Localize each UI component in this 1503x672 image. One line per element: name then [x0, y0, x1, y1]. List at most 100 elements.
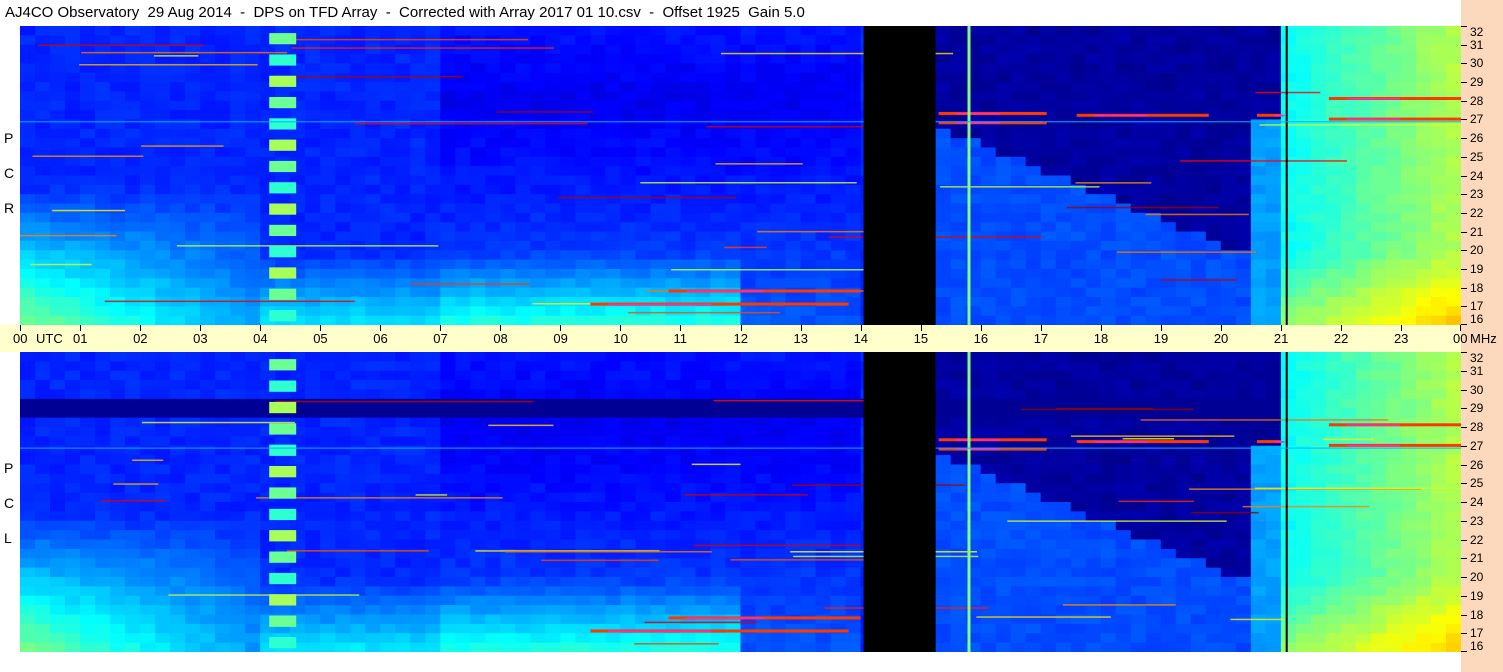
spectrogram-cell: [545, 147, 561, 158]
spectrogram-cell: [1235, 100, 1252, 111]
spectrogram-cell: [620, 361, 637, 372]
spectrogram-cell: [170, 370, 186, 381]
spectrogram-cell: [575, 147, 591, 158]
spectrogram-cell: [1430, 63, 1447, 74]
spectrogram-cell: [815, 473, 832, 484]
spectrogram-cell: [695, 483, 712, 494]
spectrogram-cell: [335, 268, 351, 279]
spectrogram-cell: [485, 296, 501, 307]
spectrogram-cell: [1160, 82, 1177, 92]
spectrogram-cell: [1040, 91, 1057, 102]
spectrogram-cell: [1115, 231, 1132, 242]
spectrogram-cell: [710, 138, 727, 149]
spectrogram-cell: [155, 259, 171, 270]
spectrogram-cell: [665, 278, 682, 289]
spectrogram-cell: [335, 417, 351, 428]
spectrogram-cell: [470, 110, 486, 121]
spectrogram-cell: [395, 539, 411, 550]
spectrogram-cell: [1130, 26, 1147, 36]
spectrogram-cell: [1085, 54, 1102, 64]
spectrogram-cell: [560, 240, 576, 251]
interference-streak: [354, 122, 588, 125]
spectrogram-cell: [1130, 44, 1147, 55]
spectrogram-cell: [500, 54, 516, 64]
spectrogram-cell: [620, 44, 637, 55]
spectrogram-cell: [1340, 166, 1357, 177]
spectrogram-cell: [335, 315, 351, 325]
spectrogram-cell: [1145, 315, 1162, 325]
spectrogram-cell: [560, 530, 576, 541]
spectrogram-cell: [65, 72, 81, 83]
spectrogram-cell: [95, 427, 111, 437]
spectrogram-cell: [950, 175, 967, 186]
spectrogram-cell: [845, 464, 862, 475]
spectrogram-cell: [335, 175, 351, 186]
spectrogram-cell: [1400, 222, 1417, 233]
spectrogram-cell: [605, 100, 622, 111]
spectrogram-cell: [560, 44, 576, 55]
spectrogram-cell: [845, 567, 862, 578]
spectrogram-cell: [1340, 184, 1357, 195]
spectrogram-cell: [170, 408, 186, 419]
spectrogram-cell: [575, 352, 591, 362]
spectrogram-cell: [245, 398, 261, 409]
spectrogram-cell: [650, 231, 667, 242]
spectrogram-cell: [230, 623, 246, 634]
spectrogram-cell: [335, 539, 351, 550]
spectrogram-cell: [410, 138, 426, 149]
spectrogram-cell: [95, 184, 111, 195]
spectrogram-cell: [80, 427, 96, 437]
spectrogram-cell: [950, 306, 967, 317]
spectrogram-cell: [680, 26, 697, 36]
spectrogram-cell: [830, 455, 847, 466]
spectrogram-cell: [455, 595, 471, 606]
spectrogram-cell: [845, 156, 862, 167]
spectrogram-cell: [1325, 278, 1342, 289]
spectrogram-cell: [110, 408, 126, 419]
spectrogram-cell: [170, 35, 186, 46]
spectrogram-cell: [20, 530, 36, 541]
spectrogram-cell: [380, 417, 396, 428]
spectrogram-cell: [1175, 100, 1192, 111]
spectrogram-cell: [350, 156, 366, 167]
spectrogram-cell: [695, 464, 712, 475]
spectrogram-cell: [50, 408, 66, 419]
spectrogram-cell: [350, 128, 366, 139]
spectrogram-cell: [425, 436, 441, 447]
spectrogram-cell: [290, 128, 306, 139]
spectrogram-cell: [590, 567, 607, 578]
spectrogram-cell: [620, 352, 637, 362]
spectrogram-cell: [410, 511, 426, 522]
spectrogram-cell: [1160, 259, 1177, 270]
spectrogram-cell: [95, 586, 111, 597]
spectrogram-cell: [395, 361, 411, 372]
spectrogram-cell: [455, 473, 471, 484]
spectrogram-cell: [1130, 138, 1147, 149]
spectrogram-cell: [515, 623, 531, 634]
spectrogram-cell: [35, 240, 51, 251]
spectrogram-cell: [1400, 44, 1417, 55]
spectrogram-cell: [650, 361, 667, 372]
spectrogram-cell: [935, 296, 952, 307]
spectrogram-cell: [680, 427, 697, 437]
spectrogram-cell: [1070, 250, 1087, 261]
spectrogram-cell: [1355, 194, 1372, 205]
spectrogram-cell: [395, 427, 411, 437]
spectrogram-cell: [245, 306, 261, 317]
spectrogram-cell: [695, 361, 712, 372]
spectrogram-cell: [455, 483, 471, 494]
spectrogram-cell: [80, 502, 96, 512]
spectrogram-cell: [1220, 268, 1237, 279]
spectrogram-cell: [1355, 296, 1372, 307]
spectrogram-cell: [110, 361, 126, 372]
spectrogram-cell: [20, 222, 36, 233]
spectrogram-cell: [935, 110, 952, 121]
spectrogram-cell: [1205, 306, 1222, 317]
spectrogram-cell: [1235, 175, 1252, 186]
spectrogram-cell: [530, 306, 546, 317]
spectrogram-cell: [395, 436, 411, 447]
spectrogram-cell: [1220, 259, 1237, 270]
spectrogram-cell: [245, 427, 261, 437]
spectrogram-cell: [80, 473, 96, 484]
spectrogram-cell: [50, 250, 66, 261]
